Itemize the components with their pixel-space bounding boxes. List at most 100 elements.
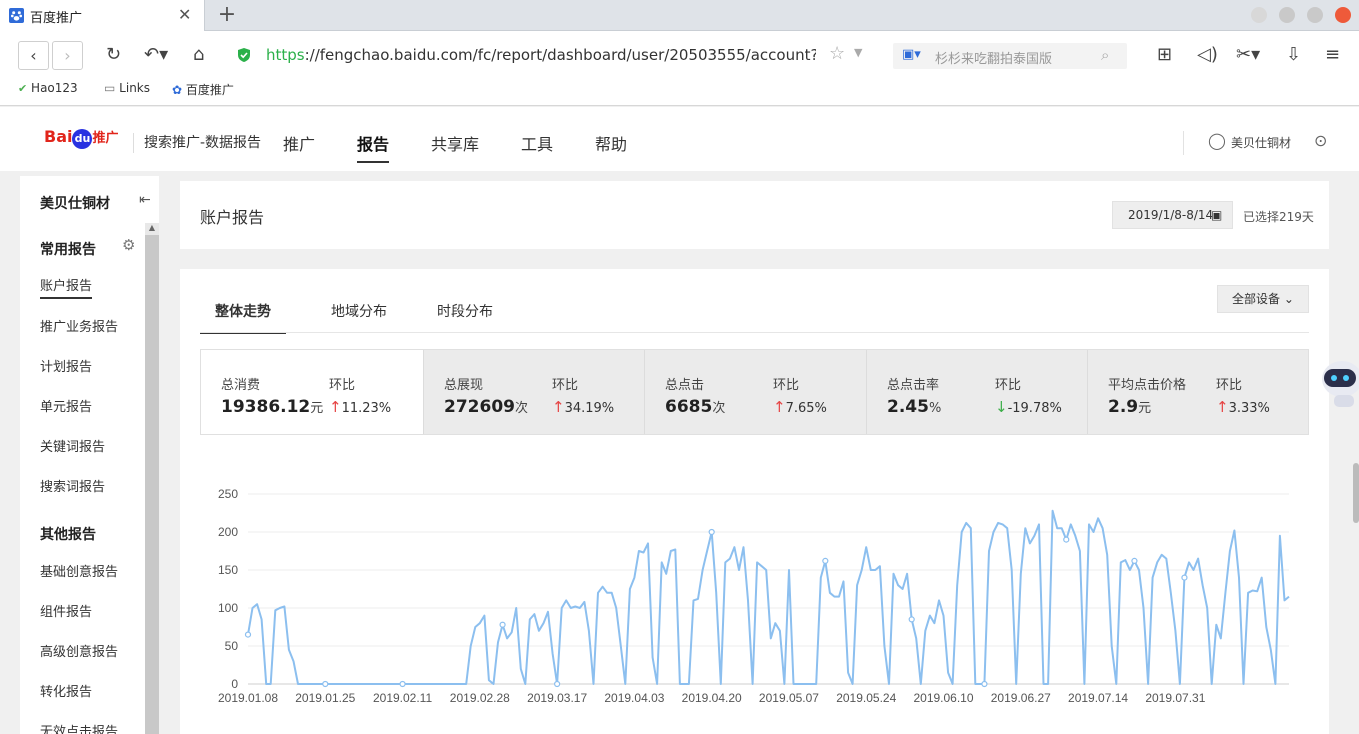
sidebar-item-account-report[interactable]: 账户报告	[40, 275, 93, 299]
baidu-paw-icon	[9, 8, 24, 23]
y-tick-label: 0	[231, 677, 238, 691]
skin-icon[interactable]	[1251, 7, 1267, 23]
nav-help[interactable]: 帮助	[595, 131, 627, 155]
arrow-up-icon: ↑	[552, 398, 565, 416]
sidebar-item-advanced-creative-report[interactable]: 高级创意报告	[40, 641, 118, 660]
back-button[interactable]: ‹	[18, 41, 49, 70]
data-point	[1181, 574, 1188, 581]
settings-gear-icon[interactable]: ⚙	[122, 236, 135, 254]
user-icon[interactable]: ◯	[1208, 131, 1226, 150]
data-point	[908, 616, 915, 623]
search-box[interactable]: ▣▾ 杉杉来吃翻拍泰国版 ⌕	[893, 43, 1127, 69]
device-dropdown[interactable]: 全部设备 ⌄	[1217, 285, 1309, 313]
tab-divider	[200, 332, 1309, 333]
metric-value: 19386.12元	[221, 397, 324, 417]
compare-label: 环比	[995, 378, 1022, 393]
y-tick-label: 250	[218, 487, 238, 501]
sidebar-item-component-report[interactable]: 组件报告	[40, 601, 92, 620]
more-icon[interactable]: ⊙	[1314, 131, 1327, 150]
search-icon[interactable]: ⌕	[1101, 46, 1109, 64]
arrow-up-icon: ↑	[773, 398, 786, 416]
hao123-icon: ✔	[18, 82, 28, 95]
restore-icon[interactable]	[1307, 7, 1323, 23]
series-line[interactable]	[247, 509, 1290, 685]
nav-tuiguang[interactable]: 推广	[283, 131, 315, 155]
sidebar-item-conversion-report[interactable]: 转化报告	[40, 681, 92, 700]
metrics-strip: 总消费 19386.12元 环比 ↑11.23% 总展现 272609次 环比 …	[200, 349, 1309, 435]
metric-value: 2.45%	[887, 397, 942, 417]
header-subtitle: 搜索推广-数据报告	[133, 133, 261, 153]
assistant-robot-icon[interactable]	[1316, 355, 1359, 410]
bookmark-links[interactable]: ▭ Links	[104, 81, 150, 95]
sidebar-item-keyword-report[interactable]: 关键词报告	[40, 436, 105, 455]
new-tab-button[interactable]: +	[212, 2, 242, 29]
screenshot-scissors-icon[interactable]: ✂▾	[1236, 44, 1260, 65]
data-point	[554, 680, 561, 688]
report-title-card: 账户报告 2019/1/8-8/14 ▣ 已选择219天	[180, 181, 1329, 249]
close-tab-icon[interactable]: ✕	[178, 5, 191, 24]
tab-time-distribution[interactable]: 时段分布	[437, 301, 493, 321]
data-point	[981, 680, 988, 688]
page-scrollbar[interactable]	[1353, 463, 1359, 523]
metric-total-clicks[interactable]: 总点击 6685次 环比 ↑7.65%	[644, 350, 866, 434]
address-bar[interactable]: https://fengchao.baidu.com/fc/report/das…	[232, 42, 877, 68]
sidebar-item-invalid-click-report[interactable]: 无效点击报告	[40, 721, 118, 734]
undo-close-icon[interactable]: ↶▾	[144, 44, 168, 65]
search-input[interactable]: 杉杉来吃翻拍泰国版	[935, 48, 1052, 67]
x-tick-label: 2019.01.08	[218, 691, 278, 705]
bookmark-baidu-tuiguang[interactable]: ✿ 百度推广	[172, 81, 234, 98]
sidebar-item-plan-report[interactable]: 计划报告	[40, 356, 92, 375]
account-name: 美贝仕铜材	[40, 196, 110, 212]
compare-label: 环比	[773, 378, 800, 393]
compare-label: 环比	[1216, 378, 1243, 393]
bookmark-hao123[interactable]: ✔ Hao123	[18, 81, 78, 95]
forward-button[interactable]: ›	[52, 41, 83, 70]
x-tick-label: 2019.05.24	[836, 691, 896, 705]
scroll-up-arrow-icon[interactable]: ▲	[145, 223, 159, 235]
url-text: https://fengchao.baidu.com/fc/report/das…	[266, 46, 816, 64]
nav-report[interactable]: 报告	[357, 131, 390, 163]
selected-days: 已选择219天	[1243, 210, 1314, 224]
favorite-star-icon[interactable]: ☆	[829, 43, 845, 64]
reload-icon[interactable]: ↻	[106, 44, 121, 65]
data-point	[244, 631, 252, 638]
download-icon[interactable]: ⇩	[1286, 44, 1301, 65]
data-point	[1131, 557, 1138, 564]
sidebar-item-search-term-report[interactable]: 搜索词报告	[40, 476, 105, 495]
menu-icon[interactable]: ≡	[1325, 44, 1340, 65]
baidu-paw-icon: ✿	[172, 83, 183, 97]
close-window-icon[interactable]	[1335, 7, 1351, 23]
baidu-tuiguang-logo[interactable]: Bai du 推广	[44, 127, 119, 151]
trend-line-chart[interactable]: 0 50 100 150 200 250 2019.01.08 2019.01.25 2019.…	[180, 469, 1329, 734]
favorite-dropdown-icon[interactable]: ▼	[854, 46, 862, 59]
user-name[interactable]: 美贝仕铜材	[1231, 134, 1291, 151]
sidebar-item-unit-report[interactable]: 单元报告	[40, 396, 92, 415]
search-engine-icon[interactable]: ▣▾	[902, 47, 921, 62]
compare-value: ↑7.65%	[773, 398, 827, 416]
apps-icon[interactable]: ⊞	[1157, 44, 1172, 65]
metric-click-rate[interactable]: 总点击率 2.45% 环比 ↓-19.78%	[866, 350, 1087, 434]
nav-tools[interactable]: 工具	[521, 131, 553, 155]
collapse-sidebar-icon[interactable]: ⇤	[139, 192, 151, 208]
home-icon[interactable]: ⌂	[193, 44, 204, 65]
browser-tab[interactable]: 百度推广 ✕	[0, 0, 205, 31]
nav-shared-library[interactable]: 共享库	[431, 131, 479, 155]
compare-label: 环比	[552, 378, 579, 393]
metric-label: 平均点击价格	[1108, 378, 1187, 393]
metric-total-cost[interactable]: 总消费 19386.12元 环比 ↑11.23%	[201, 350, 423, 434]
data-point	[499, 621, 506, 628]
minimize-icon[interactable]	[1279, 7, 1295, 23]
x-tick-label: 2019.06.10	[913, 691, 973, 705]
tab-region-distribution[interactable]: 地域分布	[331, 301, 387, 321]
sidebar-item-business-report[interactable]: 推广业务报告	[40, 316, 118, 335]
tab-overall-trend[interactable]: 整体走势	[200, 301, 286, 334]
sidebar-item-basic-creative-report[interactable]: 基础创意报告	[40, 561, 118, 580]
sound-icon[interactable]: ◁)	[1197, 44, 1218, 65]
sidebar-scrollbar[interactable]	[145, 223, 159, 734]
metric-total-impressions[interactable]: 总展现 272609次 环比 ↑34.19%	[423, 350, 644, 434]
metric-avg-cpc[interactable]: 平均点击价格 2.9元 环比 ↑3.33%	[1087, 350, 1308, 434]
arrow-up-icon: ↑	[1216, 398, 1229, 416]
metric-value: 272609次	[444, 397, 528, 417]
browser-tab-bar: 百度推广 ✕ +	[0, 0, 1359, 31]
date-range-picker[interactable]: 2019/1/8-8/14 ▣	[1112, 201, 1233, 229]
